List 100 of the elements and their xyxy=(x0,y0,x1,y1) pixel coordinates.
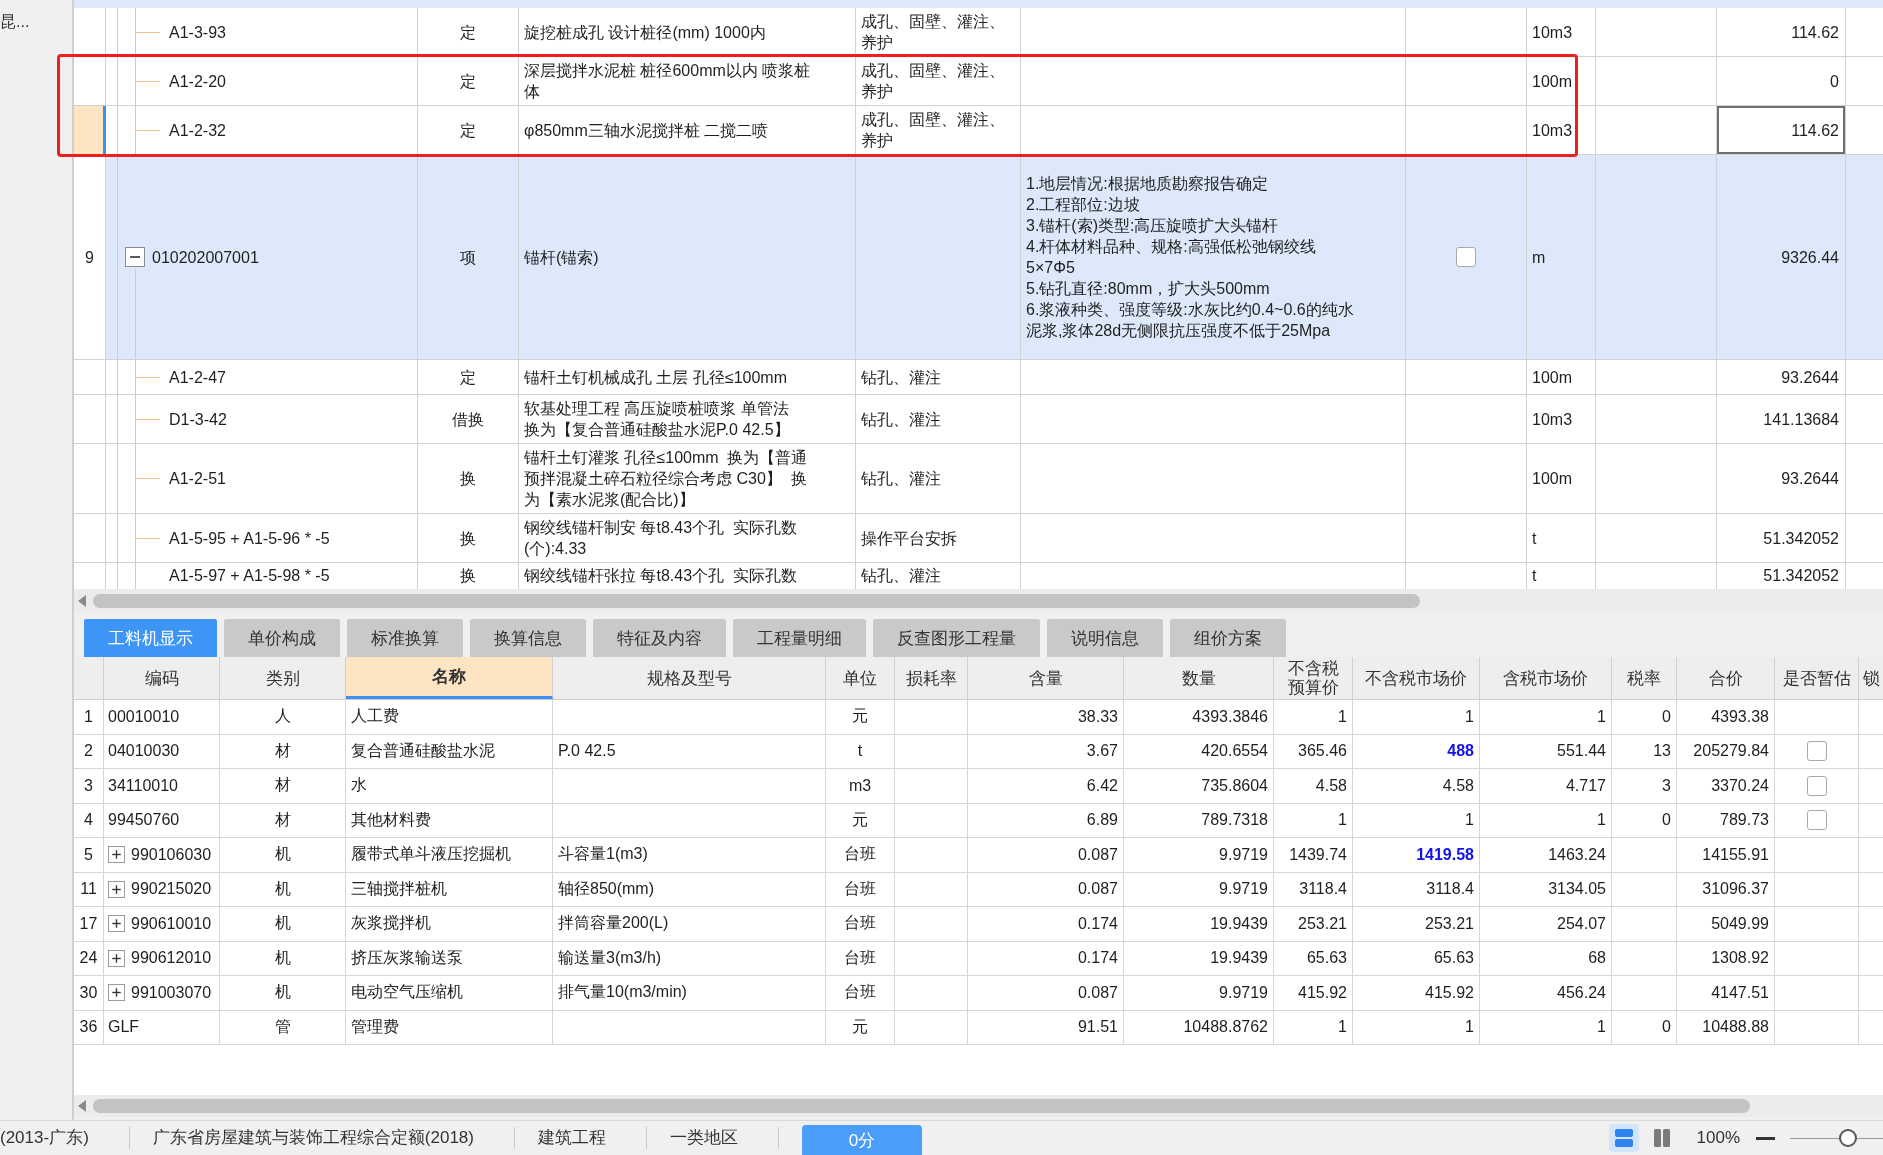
tab[interactable]: 组价方案 xyxy=(1170,619,1286,657)
table-cell: 复合普通硅酸盐水泥 xyxy=(346,734,553,768)
item-code: A1-3-93 xyxy=(169,22,226,43)
column-header[interactable]: 损耗率 xyxy=(895,657,968,699)
table-cell: 789.73 xyxy=(1677,803,1775,837)
table-cell: 挤压灰浆输送泵 xyxy=(346,941,553,975)
table-cell: 1439.74 xyxy=(1274,838,1353,872)
table-cell: 台班 xyxy=(826,907,895,941)
horizontal-scrollbar[interactable] xyxy=(74,1095,1883,1117)
table-cell: 10m3 xyxy=(1527,106,1596,154)
column-header[interactable]: 单位 xyxy=(826,657,895,699)
table-cell: 管 xyxy=(220,1010,346,1044)
slider-thumb[interactable] xyxy=(1838,1129,1857,1147)
row-number: 11 xyxy=(74,872,104,906)
column-header[interactable]: 编码 xyxy=(104,657,220,699)
table-cell: 10m3 xyxy=(1527,395,1596,443)
column-header[interactable]: 不含税市场价 xyxy=(1353,657,1480,699)
columns-layout-icon[interactable] xyxy=(1652,1129,1671,1147)
table-cell: 456.24 xyxy=(1480,976,1612,1010)
table-cell: 100m xyxy=(1527,360,1596,394)
checkbox[interactable] xyxy=(1806,810,1827,831)
table-cell: 415.92 xyxy=(1274,976,1353,1010)
expand-icon[interactable] xyxy=(108,949,125,967)
tab[interactable]: 单价构成 xyxy=(224,619,340,657)
item-code: 04010030 xyxy=(108,742,180,761)
item-code: GLF xyxy=(108,1018,140,1037)
table-cell: 成孔、固壁、灌注、 养护 xyxy=(856,8,1021,56)
expand-icon[interactable] xyxy=(108,846,125,864)
table-cell: 3 xyxy=(1612,769,1677,803)
row-number: 17 xyxy=(74,907,104,941)
scroll-left-icon[interactable] xyxy=(78,595,86,607)
table-cell: 人 xyxy=(220,700,346,734)
table-cell: 6.89 xyxy=(968,803,1124,837)
table-cell: 0.174 xyxy=(968,907,1124,941)
status-text: 广东省房屋建筑与装饰工程综合定额(2018) xyxy=(152,1127,474,1149)
table-cell: 操作平台安拆 xyxy=(856,514,1021,562)
column-header[interactable]: 锁 xyxy=(1859,657,1883,699)
scrollbar-thumb[interactable] xyxy=(93,594,1420,608)
tab[interactable]: 反查图形工程量 xyxy=(873,619,1040,657)
table-cell: 141.13684 xyxy=(1717,395,1846,443)
table-cell: 台班 xyxy=(826,838,895,872)
table-cell: P.0 42.5 xyxy=(553,734,826,768)
tab[interactable]: 工程量明细 xyxy=(733,619,866,657)
table-cell: 机 xyxy=(220,872,346,906)
column-header[interactable]: 合价 xyxy=(1677,657,1775,699)
table-cell: 元 xyxy=(826,700,895,734)
table-cell: 材 xyxy=(220,803,346,837)
column-header[interactable]: 名称 xyxy=(346,657,553,699)
column-header[interactable]: 含量 xyxy=(968,657,1124,699)
row-header[interactable] xyxy=(74,106,106,154)
table-cell: 钢绞线锚杆制安 每t8.43个孔 实际孔数 (个):4.33 xyxy=(519,514,856,562)
table-cell: 排气量10(m3/min) xyxy=(553,976,826,1010)
table-cell: 台班 xyxy=(826,872,895,906)
checkbox[interactable] xyxy=(1456,247,1476,267)
table-cell: m3 xyxy=(826,769,895,803)
table-cell: 1 xyxy=(1353,1010,1480,1044)
expand-icon[interactable] xyxy=(108,880,125,898)
table-cell: 420.6554 xyxy=(1124,734,1274,768)
table-cell: 3118.4 xyxy=(1353,872,1480,906)
table-cell: 6.42 xyxy=(968,769,1124,803)
column-header[interactable]: 含税市场价 xyxy=(1480,657,1612,699)
scroll-left-icon[interactable] xyxy=(78,1100,86,1112)
column-header[interactable]: 不含税 预算价 xyxy=(1274,657,1353,699)
horizontal-scrollbar[interactable] xyxy=(74,589,1883,613)
table-cell: 1 xyxy=(1353,700,1480,734)
table-cell: 38.33 xyxy=(968,700,1124,734)
collapse-icon[interactable] xyxy=(125,247,145,267)
table-cell: 3.67 xyxy=(968,734,1124,768)
table-cell: 斗容量1(m3) xyxy=(553,838,826,872)
table-cell: 10488.8762 xyxy=(1124,1010,1274,1044)
table-cell: 65.63 xyxy=(1274,941,1353,975)
rows-layout-icon[interactable] xyxy=(1608,1124,1639,1152)
column-header[interactable]: 是否暂估 xyxy=(1775,657,1859,699)
tab[interactable]: 标准换算 xyxy=(347,619,463,657)
row-header[interactable]: 9 xyxy=(74,155,106,359)
column-header[interactable]: 规格及型号 xyxy=(553,657,826,699)
zoom-out-icon[interactable] xyxy=(1756,1136,1775,1140)
checkbox[interactable] xyxy=(1806,775,1827,796)
table-cell: 789.7318 xyxy=(1124,803,1274,837)
tab[interactable]: 特征及内容 xyxy=(593,619,726,657)
tab[interactable]: 说明信息 xyxy=(1047,619,1163,657)
row-number: 3 xyxy=(74,769,104,803)
column-header[interactable]: 税率 xyxy=(1612,657,1677,699)
sidebar-label[interactable]: 昆... xyxy=(0,12,30,32)
table-cell: m xyxy=(1527,155,1596,359)
scrollbar-thumb[interactable] xyxy=(93,1099,1750,1113)
table-cell: 台班 xyxy=(826,976,895,1010)
column-header[interactable]: 数量 xyxy=(1124,657,1274,699)
table-cell: 元 xyxy=(826,1010,895,1044)
table-cell: 1 xyxy=(1274,700,1353,734)
expand-icon[interactable] xyxy=(108,984,125,1002)
expand-icon[interactable] xyxy=(108,915,125,933)
checkbox[interactable] xyxy=(1806,741,1827,762)
table-cell: 0 xyxy=(1612,700,1677,734)
tab[interactable]: 换算信息 xyxy=(470,619,586,657)
table-cell: 灰浆搅拌机 xyxy=(346,907,553,941)
item-code: 010202007001 xyxy=(152,247,259,268)
row-number: 4 xyxy=(74,803,104,837)
table-cell: 元 xyxy=(826,803,895,837)
table-cell: φ850mm三轴水泥搅拌桩 二搅二喷 xyxy=(519,106,856,154)
